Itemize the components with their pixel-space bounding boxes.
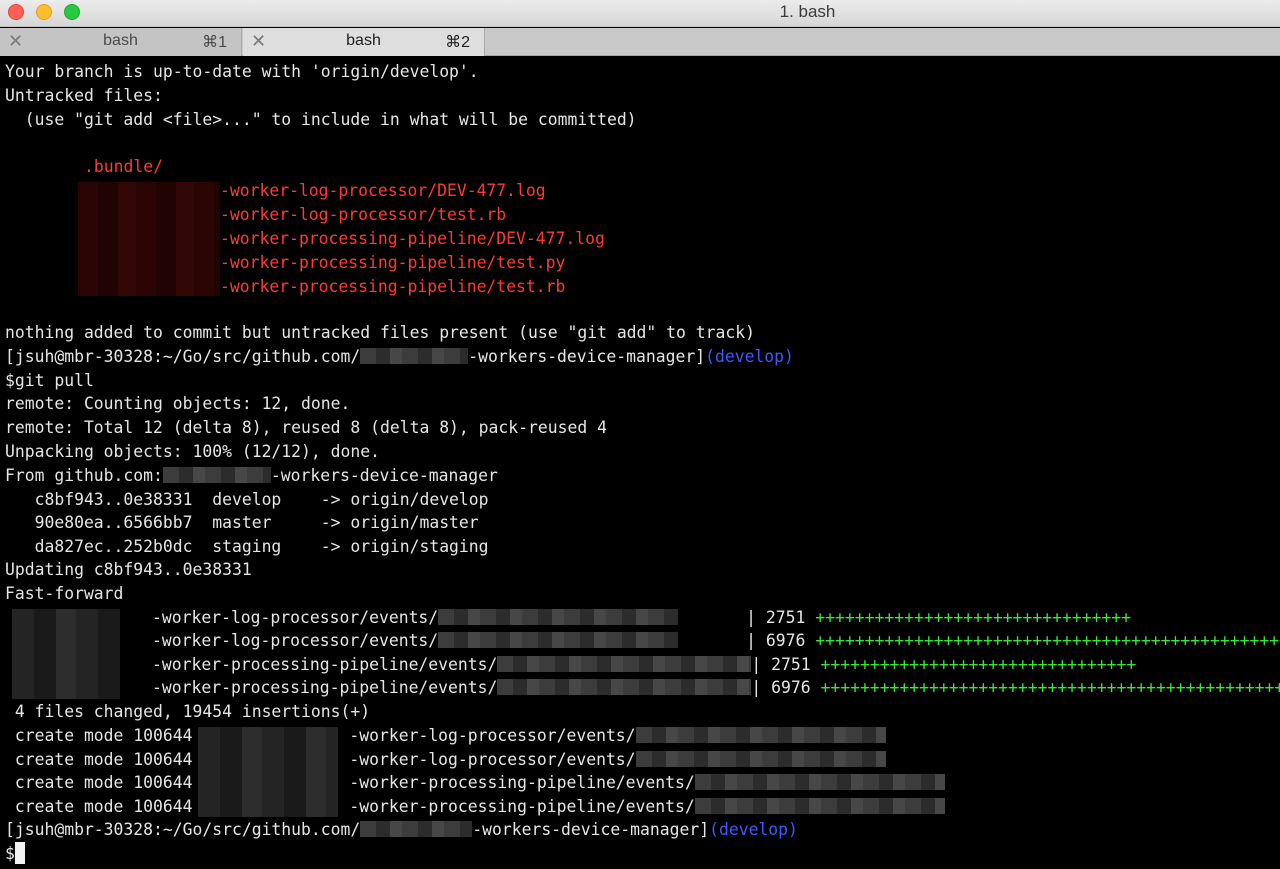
redacted-text [635, 751, 886, 767]
redacted-text [438, 609, 679, 625]
untracked-file: -worker-processing-pipeline/DEV-477.log [220, 229, 605, 248]
tab-bash-1[interactable]: ✕ bash ⌘1 [0, 28, 242, 56]
terminal-line: Fast-forward [5, 584, 124, 603]
terminal-line: (use "git add <file>..." to include in w… [5, 110, 637, 129]
terminal-line: Updating c8bf943..0e38331 [5, 560, 252, 579]
untracked-file: .bundle/ [84, 157, 163, 176]
terminal-line: 4 files changed, 19454 insertions(+) [5, 702, 371, 721]
redacted-text [635, 727, 886, 743]
untracked-file: -worker-processing-pipeline/test.rb [220, 277, 566, 296]
diffstat-row: -worker-log-processor/events/| 2751 ++++… [152, 608, 1132, 627]
title-bar: 1. bash [0, 0, 1280, 27]
terminal-line: Unpacking objects: 100% (12/12), done. [5, 442, 380, 461]
diffstat-row: -worker-processing-pipeline/events/| 275… [152, 655, 1137, 674]
command-line: $git pull [5, 371, 94, 390]
untracked-file: -worker-log-processor/test.rb [220, 205, 507, 224]
terminal-line: remote: Total 12 (delta 8), reused 8 (de… [5, 418, 607, 437]
window-title: 1. bash [779, 2, 836, 21]
git-branch-label: (develop) [705, 347, 794, 366]
redacted-block [78, 182, 220, 296]
ref-update: 90e80ea..6566bb7 master -> origin/master [5, 513, 479, 532]
create-mode-line: create mode 100644 -worker-log-processor… [5, 724, 886, 748]
redacted-block [12, 609, 120, 699]
input-prompt[interactable]: $ [5, 842, 25, 866]
tab-shortcut: ⌘2 [445, 34, 470, 51]
untracked-file: -worker-processing-pipeline/test.py [220, 253, 566, 272]
redacted-text [162, 467, 271, 483]
redacted-text [497, 656, 752, 672]
untracked-file: -worker-log-processor/DEV-477.log [220, 181, 546, 200]
ref-update: da827ec..252b0dc staging -> origin/stagi… [5, 537, 489, 556]
git-branch-label: (develop) [709, 820, 798, 839]
diffstat-row: -worker-log-processor/events/| 6976 ++++… [152, 631, 1280, 650]
terminal-line: Your branch is up-to-date with 'origin/d… [5, 62, 479, 81]
redacted-text [360, 821, 473, 837]
terminal-line: Untracked files: [5, 86, 163, 105]
redacted-text [694, 774, 945, 790]
terminal-output[interactable]: Your branch is up-to-date with 'origin/d… [0, 57, 1280, 869]
shell-prompt: [jsuh@mbr-30328:~/Go/src/github.com/-wor… [5, 347, 794, 366]
text-cursor [14, 842, 25, 864]
terminal-line: From github.com: -workers-device-manager [5, 466, 498, 485]
create-mode-line: create mode 100644 -worker-processing-pi… [5, 771, 945, 795]
ref-update: c8bf943..0e38331 develop -> origin/devel… [5, 490, 489, 509]
redacted-text [438, 632, 679, 648]
tab-shortcut: ⌘1 [202, 34, 227, 51]
diffstat-row: -worker-processing-pipeline/events/| 697… [152, 678, 1280, 697]
redacted-text [497, 679, 752, 695]
tab-bar: ✕ bash ⌘1 ✕ bash ⌘2 [0, 28, 1280, 56]
terminal-line: nothing added to commit but untracked fi… [5, 323, 755, 342]
create-mode-line: create mode 100644 -worker-processing-pi… [5, 795, 945, 819]
tab-bash-2[interactable]: ✕ bash ⌘2 [243, 28, 485, 56]
create-mode-line: create mode 100644 -worker-log-processor… [5, 748, 886, 772]
redacted-text [360, 348, 469, 364]
redacted-text [694, 798, 945, 814]
terminal-line: remote: Counting objects: 12, done. [5, 394, 351, 413]
shell-prompt: [jsuh@mbr-30328:~/Go/src/github.com/-wor… [5, 820, 798, 839]
